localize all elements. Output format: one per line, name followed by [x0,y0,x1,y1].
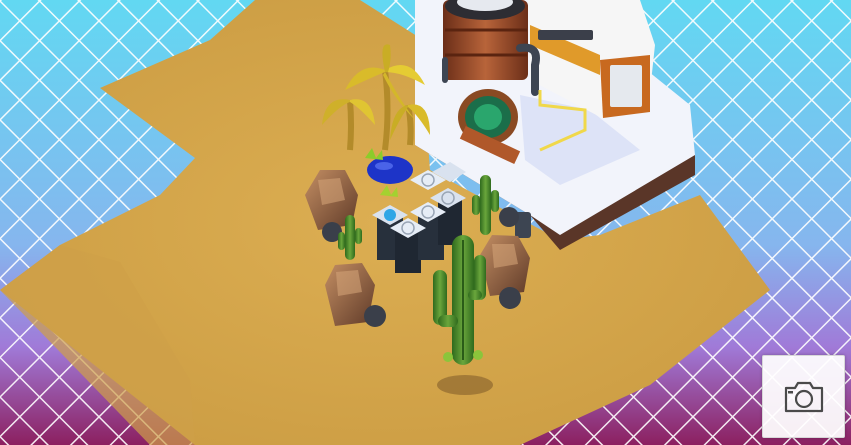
pond-shine [375,162,393,170]
machine-panel [610,65,642,107]
planter-water [384,209,396,221]
machine-stripe [538,30,593,40]
screenshot-button[interactable] [762,355,845,438]
palm-trunk [347,99,354,151]
ore-stone[interactable] [499,287,521,309]
camera-icon [784,381,823,412]
small-pond[interactable] [367,156,413,184]
isometric-scene[interactable] [0,0,851,445]
game-viewport[interactable] [0,0,851,445]
ore-stone[interactable] [364,305,386,327]
ore-stone[interactable] [499,207,519,227]
